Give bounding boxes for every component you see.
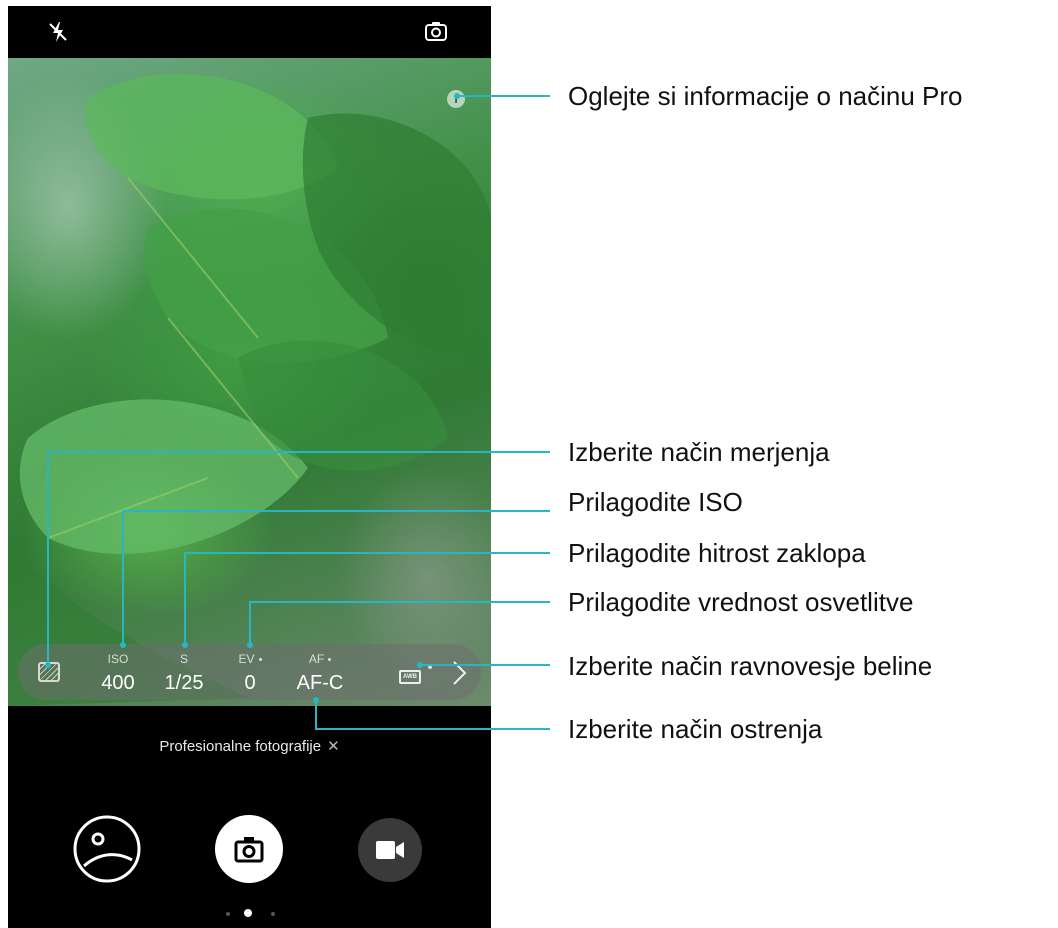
awb-auto-dot: [428, 665, 432, 669]
pager-dot: [226, 912, 230, 916]
shutter-label: S: [179, 652, 188, 666]
exposure-value-control[interactable]: EV 0: [220, 652, 280, 695]
mode-name: Profesionalne fotografije: [159, 738, 322, 755]
shutter-button[interactable]: [215, 815, 283, 883]
video-icon: [376, 841, 404, 859]
callout-awb: Izberite način ravnovesje beline: [568, 651, 933, 681]
iso-control[interactable]: ISO 400: [88, 652, 148, 695]
mode-caption[interactable]: Profesionalne fotografije ✕: [8, 737, 491, 755]
ev-value: 0: [244, 672, 256, 694]
callout-metering: Izberite način merjenja: [568, 437, 830, 467]
callout-af: Izberite način ostrenja: [568, 714, 823, 744]
viewfinder-leaves-image: [8, 73, 491, 706]
af-label: AF: [308, 652, 325, 666]
iso-label: ISO: [107, 652, 129, 666]
af-value: AF-C: [296, 672, 344, 694]
video-mode-button[interactable]: [358, 818, 422, 882]
awb-icon[interactable]: AWB: [399, 670, 421, 684]
shutter-speed-control[interactable]: S 1/25: [154, 652, 214, 695]
metering-icon[interactable]: [38, 662, 60, 682]
switch-camera-icon[interactable]: [422, 18, 450, 46]
close-mode-icon[interactable]: ✕: [327, 738, 340, 755]
gallery-icon[interactable]: [72, 814, 142, 884]
camera-top-bar: [8, 6, 491, 58]
ev-label: EV: [238, 652, 255, 666]
phone-screen: i ISO 400 S 1/25 EV 0 AF AF-C AWB Profes…: [8, 6, 491, 928]
shutter-value: 1/25: [164, 672, 204, 694]
iso-value: 400: [101, 672, 135, 694]
callout-iso: Prilagodite ISO: [568, 487, 743, 517]
camera-icon: [234, 837, 264, 863]
camera-viewfinder[interactable]: i: [8, 58, 491, 706]
callout-shutter: Prilagodite hitrost zaklopa: [568, 538, 866, 568]
auto-dot: [258, 658, 262, 662]
pager-dot-active: [244, 909, 252, 917]
flash-off-icon[interactable]: [44, 18, 72, 46]
focus-mode-control[interactable]: AF AF-C: [290, 652, 350, 695]
callout-ev: Prilagodite vrednost osvetlitve: [568, 587, 914, 617]
chevron-right-icon[interactable]: [444, 658, 474, 688]
auto-dot: [328, 658, 332, 662]
callout-info: Oglejte si informacije o načinu Pro: [568, 81, 963, 111]
pager-dot: [271, 912, 275, 916]
info-icon[interactable]: i: [447, 90, 465, 108]
